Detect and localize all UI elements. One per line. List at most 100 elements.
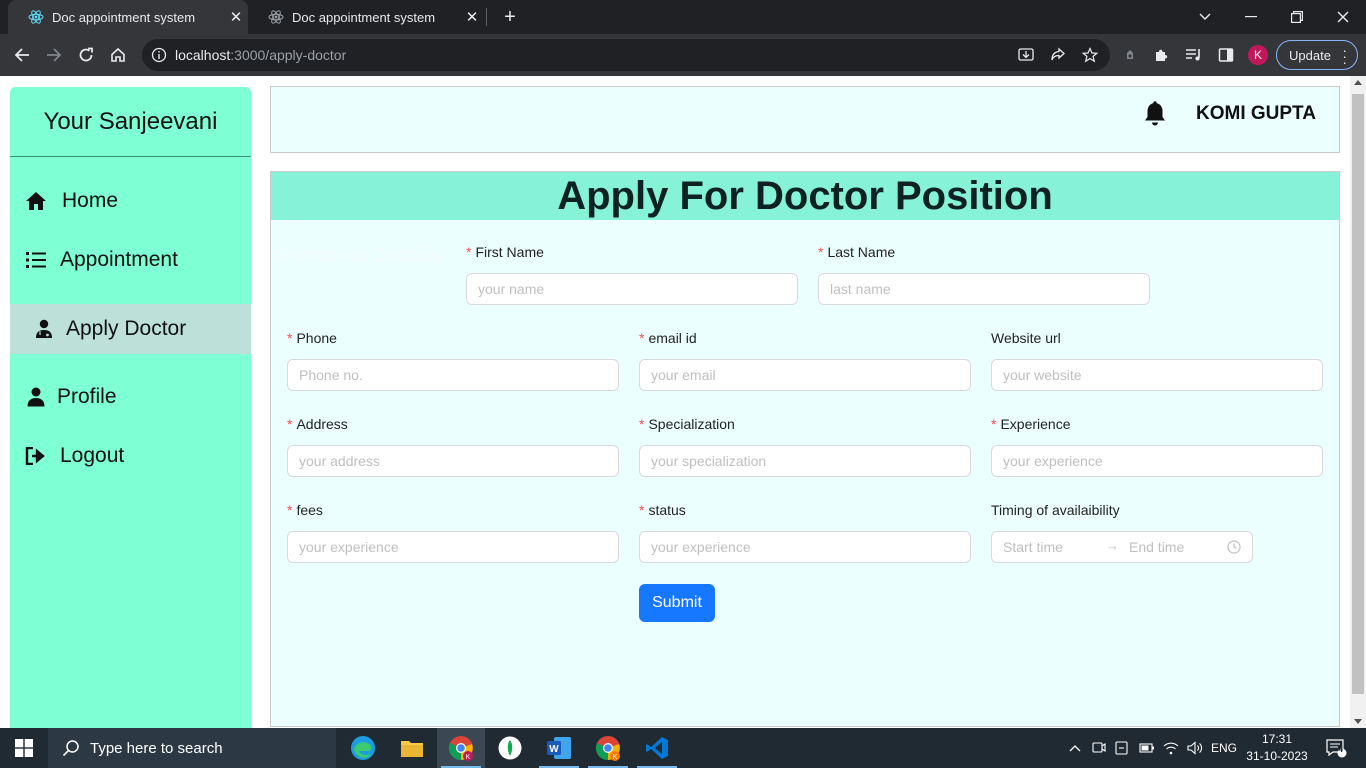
battery-icon[interactable] <box>1136 728 1158 768</box>
sidebar-item-home[interactable]: Home <box>10 176 251 226</box>
extensions-puzzle-icon[interactable] <box>1153 46 1171 64</box>
experience-input[interactable] <box>991 445 1323 477</box>
chrome-icon[interactable]: K <box>437 728 485 768</box>
clock-date: 31-10-2023 <box>1246 749 1308 763</box>
time-range-picker[interactable]: Start time → End time <box>991 531 1253 563</box>
user-icon <box>24 385 48 409</box>
more-menu-icon[interactable]: · · · <box>1342 43 1347 69</box>
sidebar-item-label: Logout <box>60 444 125 467</box>
taskbar-search[interactable]: Type here to search <box>48 728 336 768</box>
website-field: Website url <box>991 328 1323 391</box>
browser-toolbar: localhost:3000/apply-doctor K Update · · · <box>0 34 1366 76</box>
address-bar[interactable]: localhost:3000/apply-doctor <box>142 39 1110 71</box>
home-browser-icon[interactable] <box>106 43 130 67</box>
clock-icon <box>1227 540 1241 554</box>
site-info-icon[interactable] <box>151 47 167 63</box>
specialization-input[interactable] <box>639 445 971 477</box>
vscode-icon[interactable] <box>633 728 681 768</box>
apply-doctor-form: Apply For Doctor Position Personal Detai… <box>270 171 1340 727</box>
volume-icon[interactable] <box>1184 728 1206 768</box>
meet-now-icon[interactable] <box>1088 728 1110 768</box>
svg-text:W: W <box>549 744 559 755</box>
fees-input[interactable] <box>287 531 619 563</box>
new-tab-icon[interactable]: + <box>498 5 522 29</box>
field-label: status <box>648 502 686 518</box>
notification-center-icon[interactable]: 4 <box>1320 728 1352 768</box>
close-tab-icon[interactable]: ✕ <box>224 8 248 26</box>
notification-count: 4 <box>1338 744 1344 754</box>
required-mark: * <box>818 244 824 260</box>
side-panel-icon[interactable] <box>1217 46 1235 64</box>
page-scrollbar[interactable] <box>1350 76 1366 728</box>
page-header: KOMI GUPTA <box>270 86 1340 153</box>
tab-title: Doc appointment system <box>52 9 196 25</box>
scroll-down-icon[interactable] <box>1354 719 1362 724</box>
back-icon[interactable] <box>10 43 34 67</box>
address-input[interactable] <box>287 445 619 477</box>
close-window-icon[interactable] <box>1320 0 1366 34</box>
sidebar-item-label: Appointment <box>60 248 178 271</box>
url-path: :3000/apply-doctor <box>230 47 347 63</box>
specialization-field: * Specialization <box>639 414 971 477</box>
edge-icon[interactable] <box>339 728 387 768</box>
forward-icon[interactable] <box>42 43 66 67</box>
sidebar-item-profile[interactable]: Profile <box>10 372 251 422</box>
scroll-up-icon[interactable] <box>1354 80 1362 85</box>
share-icon[interactable] <box>1049 46 1067 64</box>
reload-icon[interactable] <box>74 43 98 67</box>
sidebar-item-logout[interactable]: Logout <box>10 431 251 481</box>
submit-button[interactable]: Submit <box>639 584 715 622</box>
extension-icon[interactable] <box>1121 46 1139 64</box>
user-name[interactable]: KOMI GUPTA <box>1196 103 1316 125</box>
clock-time: 17:31 <box>1261 732 1293 746</box>
bell-icon[interactable] <box>1143 101 1167 127</box>
language-indicator[interactable]: ENG <box>1208 728 1240 768</box>
close-tab-icon[interactable]: ✕ <box>460 8 484 26</box>
install-app-icon[interactable] <box>1017 46 1035 64</box>
logout-icon <box>24 444 48 468</box>
required-mark: * <box>991 416 997 432</box>
required-mark: * <box>287 502 293 518</box>
sidebar-item-label: Profile <box>57 385 117 408</box>
taskbar-clock[interactable]: 17:31 31-10-2023 <box>1246 731 1308 765</box>
sidebar-item-apply-doctor[interactable]: Apply Doctor <box>10 304 251 354</box>
user-doctor-icon <box>32 317 56 341</box>
minimize-icon[interactable] <box>1228 0 1274 34</box>
update-button[interactable]: Update · · · <box>1276 40 1358 70</box>
tab-search-chevron-icon[interactable] <box>1182 0 1228 34</box>
file-explorer-icon[interactable] <box>388 728 436 768</box>
first-name-field: * First Name <box>466 242 798 305</box>
search-placeholder: Type here to search <box>90 739 223 757</box>
update-label: Update <box>1289 47 1331 63</box>
address-field: * Address <box>287 414 619 477</box>
media-playlist-icon[interactable] <box>1185 46 1203 64</box>
bookmark-star-icon[interactable] <box>1081 46 1099 64</box>
bluetooth-device-icon[interactable] <box>1112 728 1134 768</box>
start-time-input[interactable]: Start time <box>1003 539 1063 555</box>
mongodb-compass-icon[interactable] <box>486 728 534 768</box>
browser-tab[interactable]: Doc appointment system ✕ <box>248 0 484 34</box>
tab-title: Doc appointment system <box>292 9 436 25</box>
chevron-up-icon[interactable] <box>1064 728 1086 768</box>
profile-avatar[interactable]: K <box>1248 45 1268 65</box>
status-input[interactable] <box>639 531 971 563</box>
field-label: fees <box>296 502 323 518</box>
first-name-input[interactable] <box>466 273 798 305</box>
section-heading: Personal Details <box>279 244 443 267</box>
chrome-profile-icon[interactable]: K <box>584 728 632 768</box>
word-icon[interactable]: W <box>535 728 583 768</box>
restore-icon[interactable] <box>1274 0 1320 34</box>
end-time-input[interactable]: End time <box>1129 539 1184 555</box>
react-icon <box>268 10 284 24</box>
svg-text:K: K <box>613 754 618 761</box>
website-input[interactable] <box>991 359 1323 391</box>
browser-tab-active[interactable]: Doc appointment system ✕ <box>8 0 248 34</box>
last-name-input[interactable] <box>818 273 1150 305</box>
email-input[interactable] <box>639 359 971 391</box>
windows-start-icon[interactable] <box>0 728 48 768</box>
scroll-thumb[interactable] <box>1352 94 1364 694</box>
phone-input[interactable] <box>287 359 619 391</box>
wifi-icon[interactable] <box>1160 728 1182 768</box>
field-label: First Name <box>475 244 544 260</box>
sidebar-item-appointment[interactable]: Appointment <box>10 235 251 285</box>
